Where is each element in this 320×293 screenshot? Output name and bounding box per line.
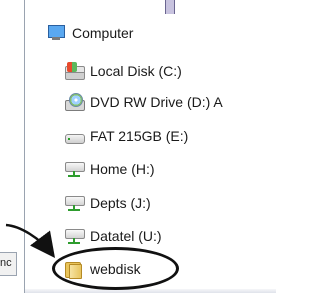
explorer-screenshot: nc Computer Local Disk (C:) DVD RW Drive… bbox=[0, 0, 276, 293]
pointer-arrow bbox=[5, 223, 56, 258]
